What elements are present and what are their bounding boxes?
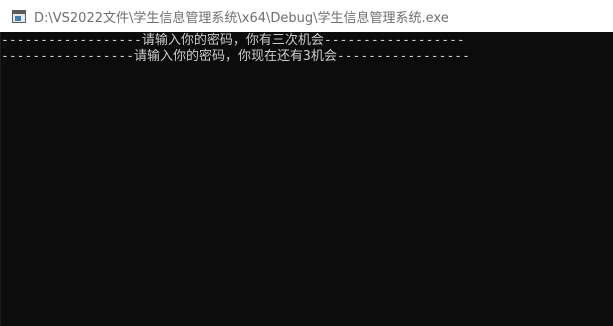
title-bar[interactable]: D:\VS2022文件\学生信息管理系统\x64\Debug\学生信息管理系统.…	[0, 0, 613, 32]
console-output-area[interactable]: ------------------请输入你的密码，你有三次机会--------…	[0, 32, 613, 326]
console-line: -----------------请输入你的密码，你现在还有3机会-------…	[1, 49, 470, 64]
console-app-icon	[12, 9, 26, 23]
window-title: D:\VS2022文件\学生信息管理系统\x64\Debug\学生信息管理系统.…	[34, 10, 449, 26]
console-window: D:\VS2022文件\学生信息管理系统\x64\Debug\学生信息管理系统.…	[0, 0, 613, 326]
console-line: ------------------请输入你的密码，你有三次机会--------…	[1, 33, 465, 48]
